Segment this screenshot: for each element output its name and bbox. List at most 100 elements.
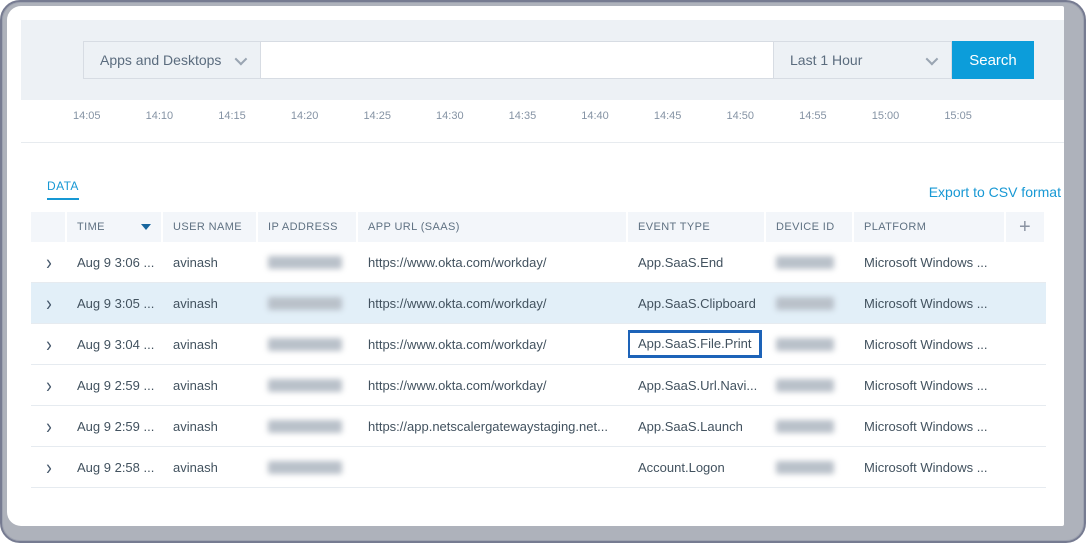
header-time[interactable]: TIME — [67, 212, 163, 242]
header-ip-address[interactable]: IP ADDRESS — [258, 212, 358, 242]
add-column-icon[interactable]: + — [1019, 217, 1031, 237]
table-row[interactable]: › Aug 9 3:04 ... avinash https://www.okt… — [31, 324, 1046, 365]
timeline-tick: 14:35 — [508, 110, 537, 122]
cell-event: App.SaaS.Url.Navi... — [638, 377, 758, 393]
app-canvas: Apps and Desktops Last 1 Hour Search 14:… — [7, 6, 1064, 526]
cell-time: Aug 9 3:06 ... — [77, 254, 155, 270]
cell-user: avinash — [173, 418, 218, 434]
redacted-blur — [268, 460, 342, 474]
redacted-blur — [776, 255, 834, 269]
table-header-row: TIME USER NAME IP ADDRESS APP URL (SAAS)… — [31, 212, 1046, 242]
redacted-blur — [776, 419, 834, 433]
redacted-blur — [268, 378, 342, 392]
category-dropdown-label: Apps and Desktops — [100, 52, 222, 68]
timeline-tick: 14:40 — [581, 110, 609, 122]
row-expand-icon[interactable]: › — [46, 456, 52, 477]
cell-event-highlight-box: App.SaaS.File.Print — [628, 324, 766, 364]
window-frame: Apps and Desktops Last 1 Hour Search 14:… — [0, 0, 1086, 543]
cell-time: Aug 9 2:58 ... — [77, 459, 155, 475]
timeline-tick: 14:45 — [653, 110, 682, 122]
header-platform[interactable]: PLATFORM — [854, 212, 1006, 242]
cell-event: App.SaaS.End — [638, 254, 724, 270]
timeline-tick: 14:10 — [145, 110, 174, 122]
table-row[interactable]: › Aug 9 2:59 ... avinash https://app.net… — [31, 406, 1046, 447]
cell-ip-redacted — [258, 283, 358, 323]
redacted-blur — [776, 296, 834, 310]
cell-platform: Microsoft Windows ... — [864, 336, 988, 352]
cell-url: https://www.okta.com/workday/ — [368, 377, 547, 393]
cell-platform: Microsoft Windows ... — [864, 377, 988, 393]
table-row[interactable]: › Aug 9 2:58 ... avinash Account.Logon M… — [31, 447, 1046, 488]
cell-time: Aug 9 3:04 ... — [77, 336, 155, 352]
timeline-divider — [21, 142, 1064, 143]
row-expand-icon[interactable]: › — [46, 415, 52, 436]
header-app-url[interactable]: APP URL (SAAS) — [358, 212, 628, 242]
cell-url: https://www.okta.com/workday/ — [368, 295, 547, 311]
cell-user: avinash — [173, 459, 218, 475]
cell-user: avinash — [173, 254, 218, 270]
sort-desc-icon[interactable] — [141, 224, 151, 230]
cell-platform: Microsoft Windows ... — [864, 459, 988, 475]
chevron-down-icon — [234, 52, 248, 65]
header-expand — [31, 212, 67, 242]
cell-url — [358, 447, 628, 487]
search-section: Apps and Desktops Last 1 Hour Search — [21, 20, 1064, 100]
search-input[interactable] — [261, 41, 774, 79]
timeline-tick: 14:05 — [73, 110, 101, 122]
cell-event: Account.Logon — [638, 459, 725, 475]
events-table: TIME USER NAME IP ADDRESS APP URL (SAAS)… — [31, 212, 1046, 488]
row-expand-icon[interactable]: › — [46, 251, 52, 272]
cell-ip-redacted — [258, 365, 358, 405]
cell-platform: Microsoft Windows ... — [864, 295, 988, 311]
table-row[interactable]: › Aug 9 2:59 ... avinash https://www.okt… — [31, 365, 1046, 406]
redacted-blur — [776, 337, 834, 351]
timeline-axis: 14:05 14:10 14:15 14:20 14:25 14:30 14:3… — [73, 110, 972, 122]
row-expand-icon[interactable]: › — [46, 374, 52, 395]
cell-time: Aug 9 2:59 ... — [77, 377, 155, 393]
cell-url: https://app.netscalergatewaystaging.net.… — [368, 418, 608, 434]
cell-device-redacted — [766, 283, 854, 323]
time-range-dropdown[interactable]: Last 1 Hour — [774, 41, 952, 79]
table-body: › Aug 9 3:06 ... avinash https://www.okt… — [31, 242, 1046, 488]
timeline-tick: 14:15 — [218, 110, 246, 122]
cell-event: App.SaaS.Launch — [638, 418, 743, 434]
header-user-name[interactable]: USER NAME — [163, 212, 258, 242]
tab-data[interactable]: DATA — [47, 179, 79, 200]
cell-event: App.SaaS.Clipboard — [638, 295, 756, 311]
redacted-blur — [776, 460, 834, 474]
cell-url: https://www.okta.com/workday/ — [368, 336, 547, 352]
redacted-blur — [268, 296, 342, 310]
timeline-tick: 14:30 — [436, 110, 464, 122]
table-row[interactable]: › Aug 9 3:06 ... avinash https://www.okt… — [31, 242, 1046, 283]
row-expand-icon[interactable]: › — [46, 333, 52, 354]
chevron-down-icon — [925, 52, 939, 65]
header-add-column[interactable]: + — [1006, 212, 1044, 242]
cell-platform: Microsoft Windows ... — [864, 254, 988, 270]
data-header-row: DATA Export to CSV format — [47, 179, 1061, 200]
cell-url: https://www.okta.com/workday/ — [368, 254, 547, 270]
time-range-label: Last 1 Hour — [790, 52, 863, 68]
header-device-id[interactable]: DEVICE ID — [766, 212, 854, 242]
timeline-tick: 14:25 — [363, 110, 391, 122]
cell-user: avinash — [173, 295, 218, 311]
row-expand-icon[interactable]: › — [46, 292, 52, 313]
cell-time: Aug 9 3:05 ... — [77, 295, 155, 311]
timeline-tick: 14:20 — [290, 110, 319, 122]
search-bar: Apps and Desktops Last 1 Hour Search — [83, 41, 1034, 79]
timeline-tick: 15:05 — [944, 110, 972, 122]
cell-ip-redacted — [258, 242, 358, 282]
cell-user: avinash — [173, 336, 218, 352]
cell-user: avinash — [173, 377, 218, 393]
cell-time: Aug 9 2:59 ... — [77, 418, 155, 434]
table-row-selected[interactable]: › Aug 9 3:05 ... avinash https://www.okt… — [31, 283, 1046, 324]
cell-device-redacted — [766, 242, 854, 282]
header-event-type[interactable]: EVENT TYPE — [628, 212, 766, 242]
cell-device-redacted — [766, 365, 854, 405]
cell-ip-redacted — [258, 447, 358, 487]
cell-device-redacted — [766, 406, 854, 446]
redacted-blur — [268, 337, 342, 351]
category-dropdown[interactable]: Apps and Desktops — [83, 41, 262, 79]
search-button[interactable]: Search — [952, 41, 1034, 79]
redacted-blur — [776, 378, 834, 392]
export-csv-link[interactable]: Export to CSV format — [929, 184, 1061, 200]
